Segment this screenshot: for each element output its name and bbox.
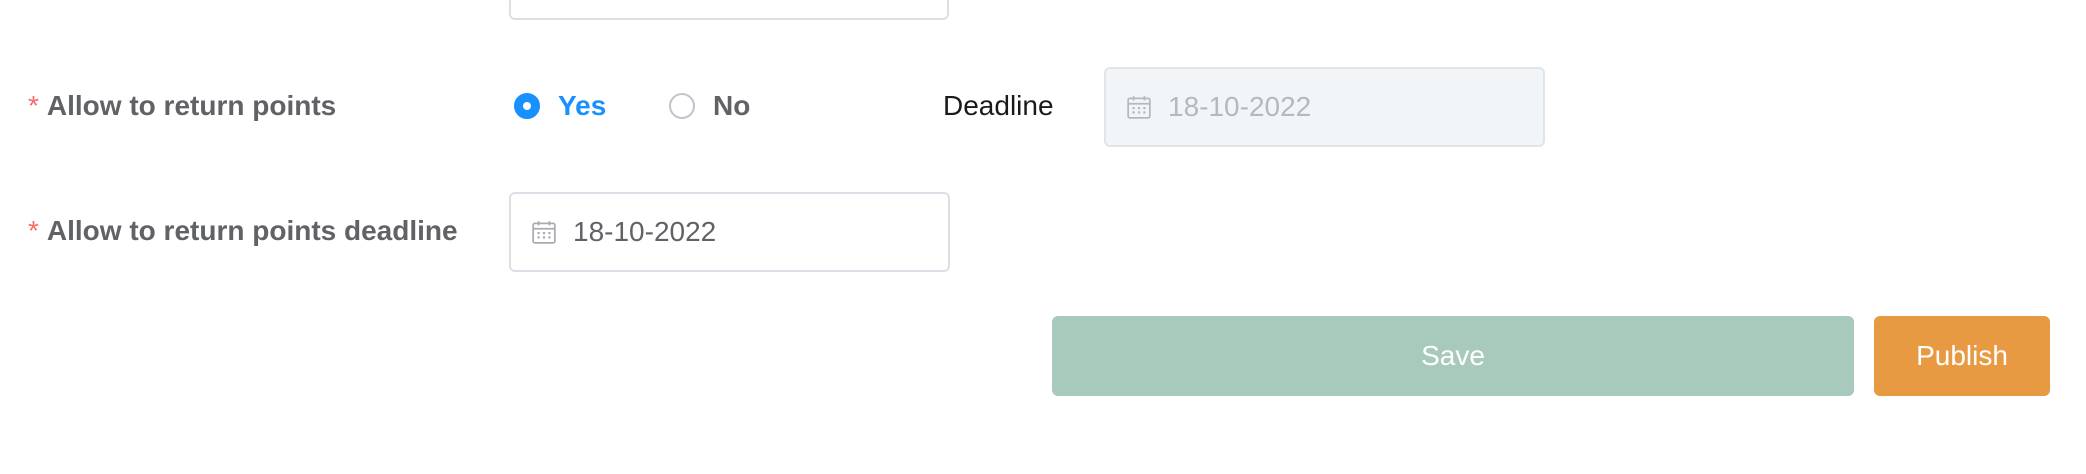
save-button-label: Save (1421, 340, 1485, 371)
deadline-date-value: 18-10-2022 (1168, 91, 1312, 122)
deadline-date-input[interactable]: 18-10-2022 (1104, 67, 1545, 147)
previous-field-input[interactable] (509, 0, 949, 20)
calendar-icon (532, 221, 556, 244)
calendar-icon (1127, 96, 1151, 119)
radio-unchecked-icon (669, 93, 695, 119)
deadline-label: Deadline (943, 90, 1054, 121)
return-deadline-date-input[interactable]: 18-10-2022 (509, 192, 950, 272)
yes-option-label: Yes (558, 90, 607, 121)
publish-button[interactable]: Publish (1874, 316, 2050, 396)
publish-button-label: Publish (1916, 340, 2008, 371)
return-points-yes-radio[interactable]: Yes (514, 89, 606, 123)
return-deadline-label: * Allow to return points deadline (28, 214, 458, 248)
return-deadline-date-value: 18-10-2022 (573, 216, 717, 247)
required-asterisk: * (28, 215, 39, 246)
return-points-label: * Allow to return points (28, 89, 336, 123)
return-points-no-radio[interactable]: No (669, 89, 750, 123)
save-button[interactable]: Save (1052, 316, 1854, 396)
no-option-label: No (713, 90, 751, 121)
return-points-label-text: Allow to return points (46, 90, 337, 121)
required-asterisk: * (28, 90, 39, 121)
radio-checked-icon (514, 93, 540, 119)
return-deadline-label-text: Allow to return points deadline (46, 215, 458, 246)
